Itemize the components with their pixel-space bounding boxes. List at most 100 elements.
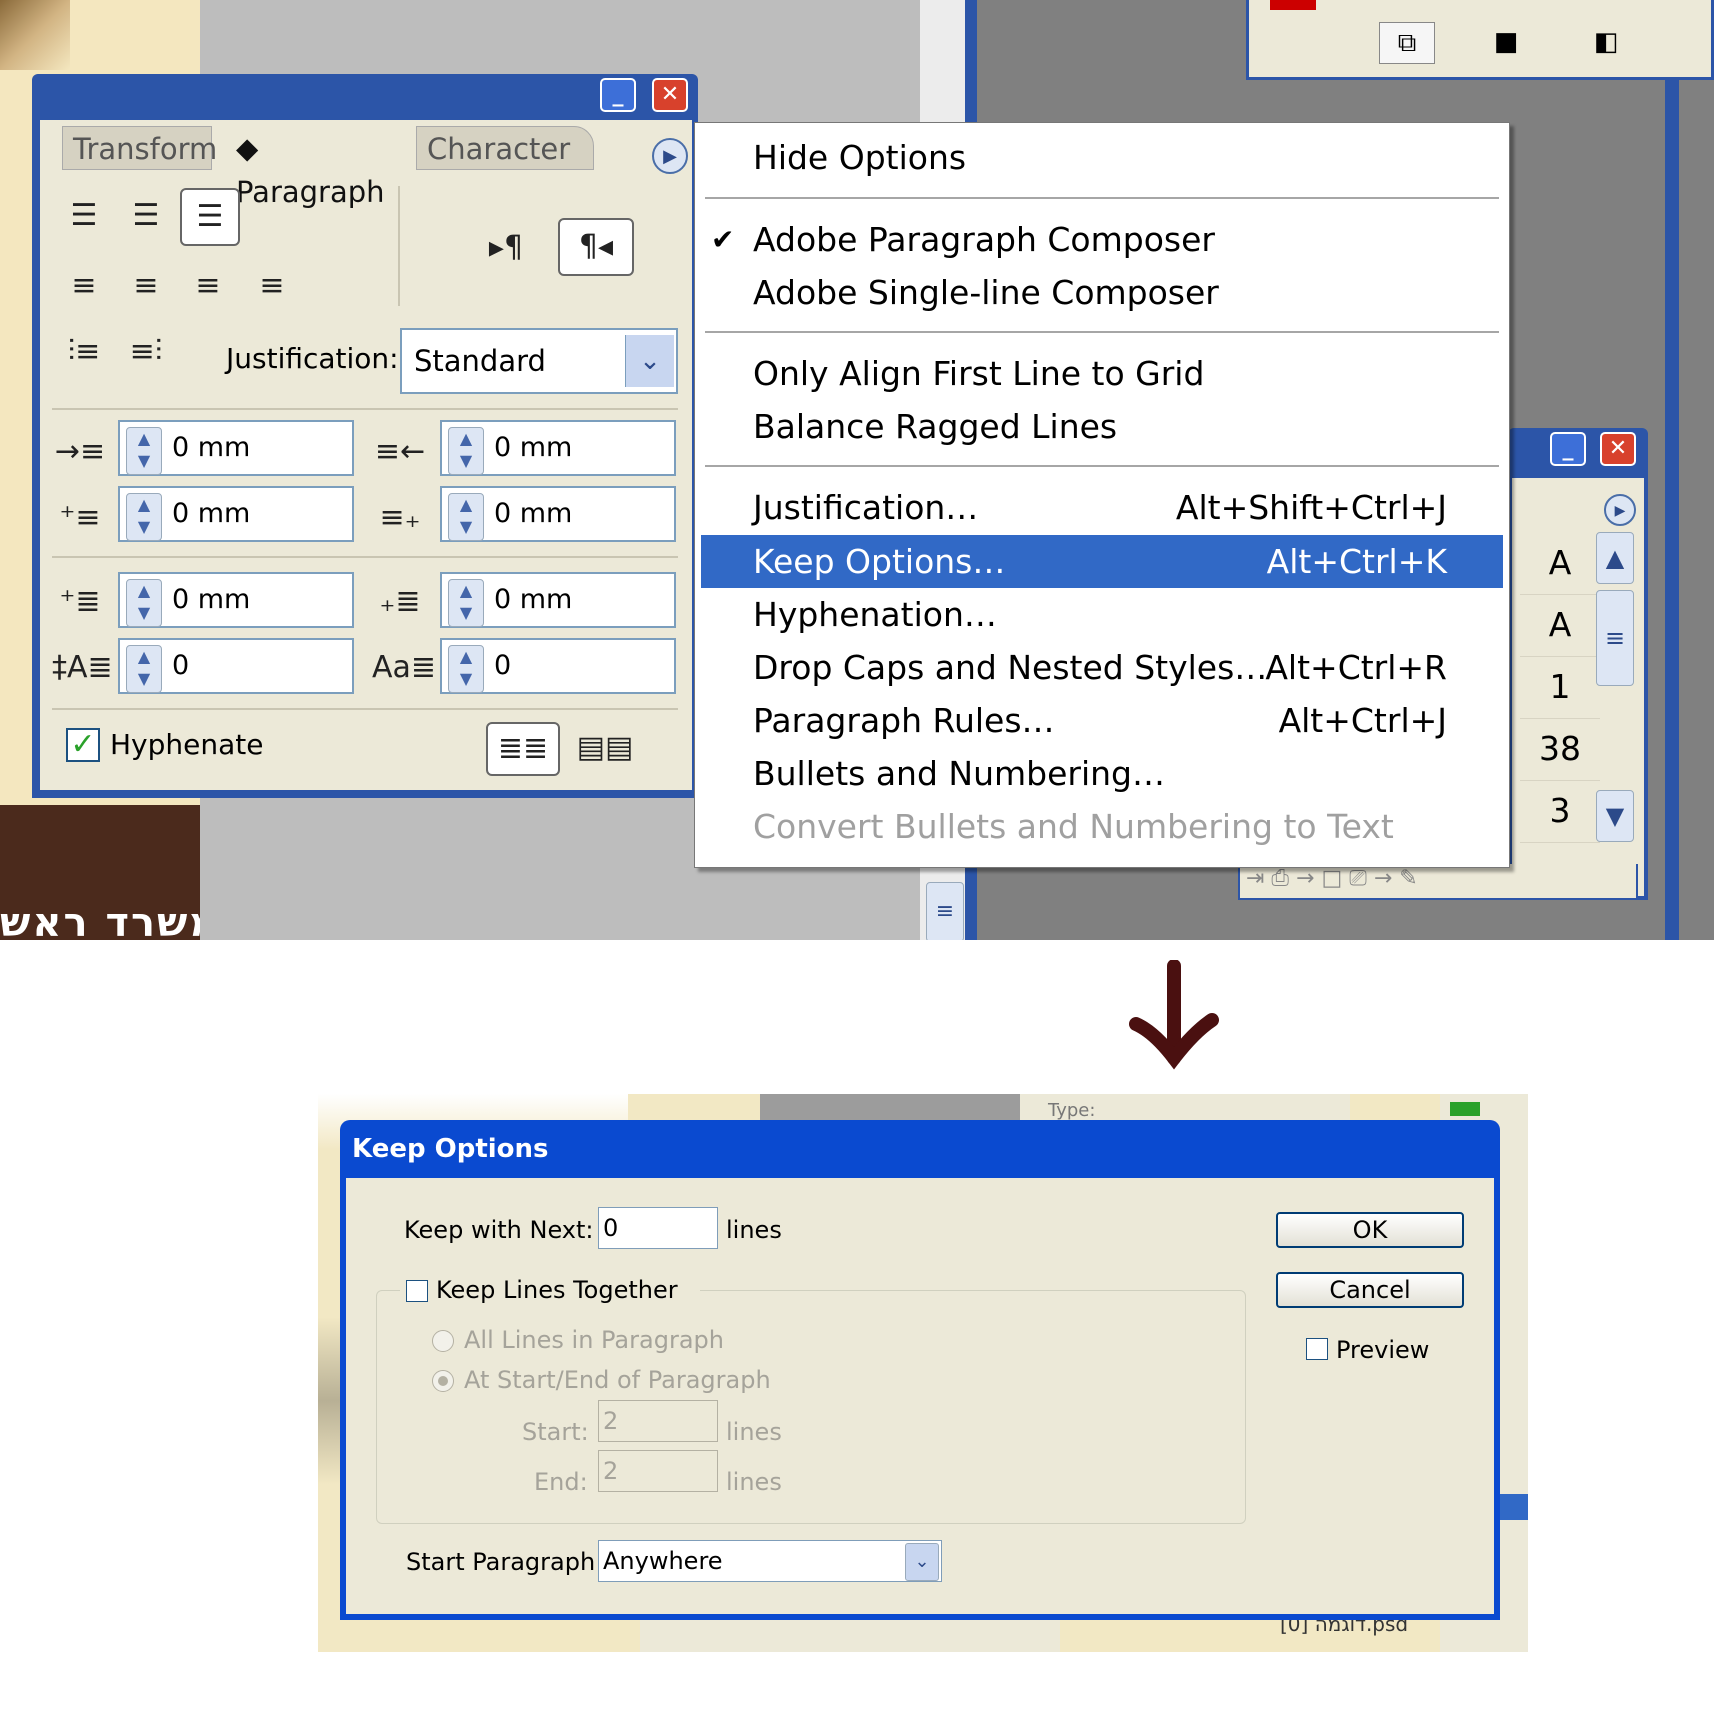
space-before-value: 0 mm bbox=[172, 584, 251, 615]
justification-select[interactable]: Standard ⌄ bbox=[400, 328, 678, 394]
stepper-icon[interactable]: ▲ ▼ bbox=[126, 493, 162, 541]
scrollbar-thumb[interactable]: ≡ bbox=[1596, 590, 1634, 686]
list-item[interactable]: 3 bbox=[1520, 780, 1600, 843]
fill-icon[interactable]: ■ bbox=[1479, 22, 1533, 62]
justify-center-icon[interactable]: ≡ bbox=[118, 264, 174, 308]
separator bbox=[52, 408, 678, 410]
list-item[interactable]: A bbox=[1520, 594, 1600, 657]
menu-separator bbox=[705, 331, 1499, 333]
last-line-indent-field[interactable]: ▲ ▼ 0 mm bbox=[440, 486, 676, 542]
panel-menu-icon[interactable]: ▶ bbox=[652, 138, 688, 174]
drop-cap-chars-value: 0 bbox=[494, 650, 512, 681]
checkmark-icon: ✔ bbox=[711, 223, 735, 256]
space-after-icon: ₊≣ bbox=[379, 584, 421, 619]
end-input: 2 bbox=[598, 1450, 718, 1492]
hyphenate-checkbox[interactable]: ✓ bbox=[66, 728, 100, 762]
gradient-icon[interactable]: ◧ bbox=[1579, 22, 1633, 62]
menu-item-only-align-first-line[interactable]: Only Align First Line to Grid bbox=[695, 347, 1509, 400]
drop-cap-lines-field[interactable]: ▲ ▼ 0 bbox=[118, 638, 354, 694]
space-before-field[interactable]: ▲ ▼ 0 mm bbox=[118, 572, 354, 628]
menu-item-keep-options[interactable]: Keep Options… Alt+Ctrl+K bbox=[701, 535, 1503, 588]
layers-icon[interactable]: ⧉ bbox=[1379, 22, 1435, 64]
stepper-icon[interactable]: ▲ ▼ bbox=[126, 579, 162, 627]
menu-item-label: Bullets and Numbering… bbox=[753, 754, 1165, 793]
menu-separator bbox=[705, 197, 1499, 199]
right-to-left-icon[interactable]: ¶◂ bbox=[558, 218, 634, 276]
minimize-icon[interactable]: _ bbox=[600, 78, 636, 112]
right-indent-icon: ≡← bbox=[374, 434, 426, 469]
start-paragraph-select[interactable]: Anywhere ⌄ bbox=[598, 1540, 942, 1582]
span-columns-icon[interactable]: ▤▤ bbox=[570, 726, 640, 770]
chevron-down-icon[interactable]: ⌄ bbox=[905, 1543, 939, 1581]
divider bbox=[398, 186, 400, 306]
start-paragraph-value: Anywhere bbox=[603, 1547, 723, 1575]
menu-item-label: Keep Options… bbox=[753, 542, 1006, 581]
menu-item-paragraph-composer[interactable]: ✔ Adobe Paragraph Composer bbox=[695, 213, 1509, 266]
left-indent-field[interactable]: ▲ ▼ 0 mm bbox=[118, 420, 354, 476]
single-column-icon[interactable]: ≣≣ bbox=[486, 722, 560, 776]
keep-lines-together-label: Keep Lines Together bbox=[436, 1276, 678, 1304]
align-center-icon[interactable]: ☰ bbox=[118, 194, 174, 238]
menu-item-label: Adobe Paragraph Composer bbox=[753, 220, 1215, 259]
menu-item-bullets-numbering[interactable]: Bullets and Numbering… bbox=[695, 747, 1509, 800]
stepper-icon[interactable]: ▲ ▼ bbox=[448, 427, 484, 475]
menu-item-paragraph-rules[interactable]: Paragraph Rules… Alt+Ctrl+J bbox=[695, 694, 1509, 747]
last-line-indent-icon: ≡₊ bbox=[379, 500, 421, 535]
dialog-title: Keep Options bbox=[352, 1134, 549, 1164]
scroll-up-icon[interactable]: ▲ bbox=[1596, 532, 1634, 584]
left-to-right-icon[interactable]: ▸¶ bbox=[476, 226, 536, 270]
stepper-icon[interactable]: ▲ ▼ bbox=[448, 579, 484, 627]
align-toward-spine-icon[interactable]: ⫶≡ bbox=[56, 330, 112, 374]
justify-all-icon[interactable]: ≡ bbox=[244, 264, 300, 308]
first-line-indent-icon: ⁺≡ bbox=[59, 500, 101, 535]
stepper-icon[interactable]: ▲ ▼ bbox=[448, 493, 484, 541]
right-indent-value: 0 mm bbox=[494, 432, 573, 463]
tab-transform[interactable]: Transform bbox=[62, 126, 217, 170]
menu-item-hyphenation[interactable]: Hyphenation… bbox=[695, 588, 1509, 641]
close-icon[interactable]: ✕ bbox=[1600, 432, 1636, 466]
tab-character[interactable]: Character bbox=[416, 126, 594, 170]
menu-item-justification[interactable]: Justification… Alt+Shift+Ctrl+J bbox=[695, 481, 1509, 534]
justify-right-icon[interactable]: ≡ bbox=[180, 264, 236, 308]
close-icon[interactable]: ✕ bbox=[652, 78, 688, 112]
scrollbar-thumb[interactable]: ≡ bbox=[926, 882, 964, 940]
align-away-spine-icon[interactable]: ≡⫶ bbox=[118, 330, 174, 374]
keep-lines-together-checkbox[interactable] bbox=[406, 1280, 428, 1302]
separator bbox=[52, 556, 678, 558]
top-screenshot: משרד ראש ⧉ ■ ◧ _ ✕ Transform ◆ Paragraph… bbox=[0, 0, 1714, 940]
list-item[interactable]: 1 bbox=[1520, 656, 1600, 719]
align-right-icon[interactable]: ☰ bbox=[180, 188, 240, 246]
preview-checkbox[interactable] bbox=[1306, 1338, 1328, 1360]
menu-item-shortcut: Alt+Shift+Ctrl+J bbox=[1175, 488, 1447, 527]
side-panel-menu-icon[interactable]: ▶ bbox=[1604, 494, 1636, 526]
justify-left-icon[interactable]: ≡ bbox=[56, 264, 112, 308]
align-left-icon[interactable]: ☰ bbox=[56, 194, 112, 238]
stepper-icon[interactable]: ▲ ▼ bbox=[126, 645, 162, 693]
menu-item-balance-ragged-lines[interactable]: Balance Ragged Lines bbox=[695, 400, 1509, 453]
top-right-toolbar: ⧉ ■ ◧ bbox=[1246, 0, 1714, 80]
menu-item-single-line-composer[interactable]: Adobe Single-line Composer bbox=[695, 266, 1509, 319]
minimize-icon[interactable]: _ bbox=[1550, 432, 1586, 466]
scroll-down-icon[interactable]: ▼ bbox=[1596, 790, 1634, 842]
menu-item-hide-options[interactable]: Hide Options bbox=[695, 131, 1509, 184]
first-line-indent-field[interactable]: ▲ ▼ 0 mm bbox=[118, 486, 354, 542]
tab-paragraph[interactable]: ◆ Paragraph bbox=[226, 126, 416, 209]
menu-item-label: Paragraph Rules… bbox=[753, 701, 1055, 740]
stepper-icon[interactable]: ▲ ▼ bbox=[126, 427, 162, 475]
at-start-end-label: At Start/End of Paragraph bbox=[464, 1366, 771, 1394]
cancel-button[interactable]: Cancel bbox=[1276, 1272, 1464, 1308]
chevron-down-icon[interactable]: ⌄ bbox=[625, 335, 674, 387]
drop-cap-chars-field[interactable]: ▲ ▼ 0 bbox=[440, 638, 676, 694]
menu-item-drop-caps[interactable]: Drop Caps and Nested Styles… Alt+Ctrl+R bbox=[695, 641, 1509, 694]
side-panel-footer-icons: ⇥ ⎙ → □ ⎚ → ✎ bbox=[1238, 864, 1638, 900]
list-item[interactable]: 38 bbox=[1520, 718, 1600, 781]
list-item[interactable]: A bbox=[1520, 532, 1600, 595]
hebrew-heading: משרד ראש bbox=[0, 900, 221, 940]
menu-item-shortcut: Alt+Ctrl+R bbox=[1265, 648, 1447, 687]
right-indent-field[interactable]: ▲ ▼ 0 mm bbox=[440, 420, 676, 476]
space-after-field[interactable]: ▲ ▼ 0 mm bbox=[440, 572, 676, 628]
all-lines-radio bbox=[432, 1330, 454, 1352]
stepper-icon[interactable]: ▲ ▼ bbox=[448, 645, 484, 693]
ok-button[interactable]: OK bbox=[1276, 1212, 1464, 1248]
keep-with-next-input[interactable]: 0 bbox=[598, 1207, 718, 1249]
